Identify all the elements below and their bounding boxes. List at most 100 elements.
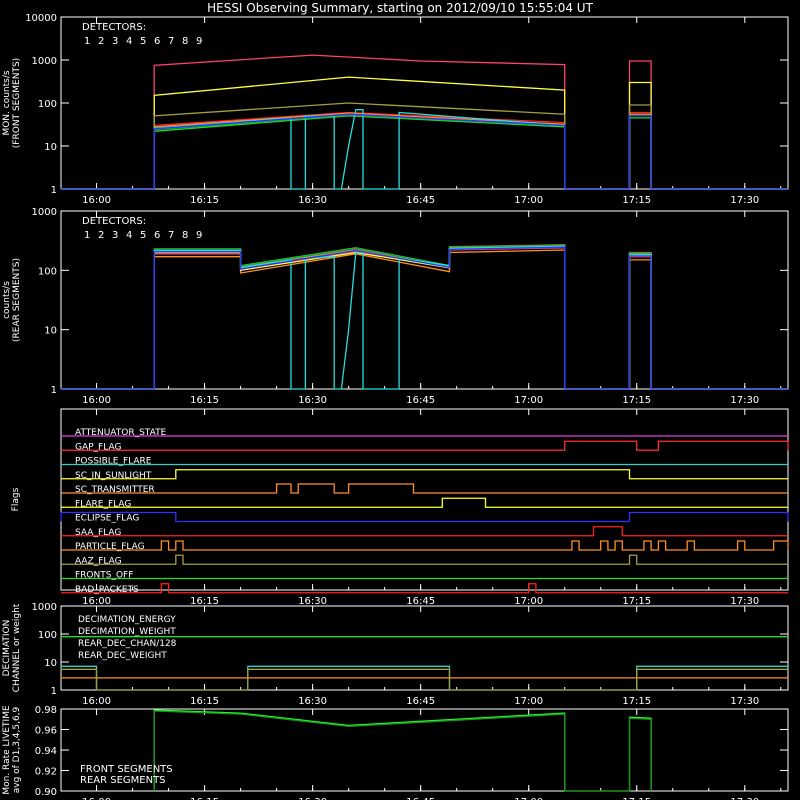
x-tick-label-rear: 16:15 (190, 395, 219, 406)
legend-item-rear: 8 (182, 230, 188, 241)
legend-item-rear: 6 (154, 230, 160, 241)
y-tick-label-decimation: 100 (38, 630, 57, 641)
legend-item-rear: 4 (126, 230, 132, 241)
x-tick-label-rear: 17:00 (514, 395, 543, 406)
x-tick-label-rear: 17:30 (730, 395, 759, 406)
x-tick-label-flags: 17:00 (514, 596, 543, 607)
livetime-legend-item: REAR SEGMENTS (80, 775, 166, 786)
series-line-rear-1 (60, 247, 788, 390)
x-tick-label-flags: 16:45 (406, 596, 435, 607)
decimation-legend-item: DECIMATION_ENERGY (78, 615, 176, 625)
y-axis-label-rear: (REAR SEGMENTS) (12, 258, 22, 342)
x-tick-label-decimation: 17:00 (514, 696, 543, 707)
chart-title: HESSI Observing Summary, starting on 201… (207, 1, 593, 15)
x-tick-label-decimation: 16:15 (190, 696, 219, 707)
y-tick-label-decimation: 1 (51, 686, 57, 697)
x-tick-label-decimation: 16:30 (298, 696, 327, 707)
flag-line (61, 483, 788, 494)
y-tick-label-rear: 100 (38, 266, 57, 277)
decimation-legend-item: REAR_DEC_WEIGHT (78, 651, 167, 661)
y-axis-label-livetime: Mon. Rate LIVETIME (2, 705, 12, 795)
legend-item-rear: 7 (168, 230, 174, 241)
flag-line (60, 511, 789, 523)
legend-item-rear: 5 (140, 230, 146, 241)
y-tick-label-decimation: 10 (44, 658, 57, 669)
x-tick-label-front: 16:00 (82, 195, 111, 206)
series-line-rear-4 (60, 246, 788, 390)
legend-title-front: DETECTORS: (82, 22, 146, 33)
livetime-legend-item: FRONT SEGMENTS (80, 764, 173, 775)
y-tick-label-front: 1000 (32, 56, 57, 67)
flag-line (61, 554, 788, 565)
legend-item-front: 7 (168, 36, 174, 47)
x-tick-label-rear: 16:00 (82, 395, 111, 406)
y-axis-label-front: (FRONT SEGMENTS) (12, 58, 22, 148)
series-line-front-8 (60, 109, 788, 190)
series-line-front-4 (60, 76, 788, 190)
x-tick-label-flags: 16:15 (190, 596, 219, 607)
legend-item-front: 2 (98, 36, 104, 47)
series-line-rear-8 (60, 245, 788, 390)
y-tick-label-livetime: 0.92 (35, 767, 57, 778)
x-tick-label-front: 16:15 (190, 195, 219, 206)
legend-item-front: 1 (84, 36, 90, 47)
x-tick-label-flags: 17:30 (730, 596, 759, 607)
y-tick-label-rear: 10 (44, 326, 57, 337)
legend-item-front: 3 (112, 36, 118, 47)
x-tick-label-decimation: 17:30 (730, 696, 759, 707)
flag-line (61, 497, 788, 508)
series-line-livetime-rear-segments (153, 710, 652, 792)
flag-label: ECLIPSE_FLAG (75, 514, 139, 524)
x-tick-label-rear: 16:30 (298, 395, 327, 406)
x-tick-label-flags: 16:00 (82, 596, 111, 607)
x-tick-label-rear: 17:15 (622, 395, 651, 406)
flag-line (61, 440, 789, 451)
x-tick-label-decimation: 16:00 (82, 696, 111, 707)
x-tick-label-decimation: 16:45 (406, 696, 435, 707)
y-tick-label-front: 10 (44, 142, 57, 153)
y-axis-label-livetime: avg of D1,3,4,5,6,9 (12, 706, 22, 793)
flag-line (61, 583, 788, 594)
x-tick-label-front: 16:45 (406, 195, 435, 206)
legend-item-front: 8 (182, 36, 188, 47)
y-axis-label-flags: Flags (11, 487, 21, 511)
legend-item-rear: 9 (196, 230, 202, 241)
y-tick-label-livetime: 0.96 (35, 726, 57, 737)
series-line-livetime-front-segments (153, 709, 652, 792)
y-tick-label-front: 1 (51, 185, 57, 196)
x-tick-label-flags: 17:15 (622, 596, 651, 607)
flag-line (61, 526, 788, 537)
y-axis-label-decimation: CHANNEL or weight (12, 603, 22, 692)
legend-title-rear: DETECTORS: (82, 216, 146, 227)
y-tick-label-livetime: 0.90 (35, 787, 57, 798)
legend-item-front: 9 (196, 36, 202, 47)
y-axis-label-front: MON. counts/s (2, 70, 12, 135)
y-tick-label-livetime: 0.98 (35, 705, 57, 716)
chart-svg: HESSI Observing Summary, starting on 201… (2, 1, 789, 800)
series-line-front-1 (60, 54, 788, 190)
legend-item-front: 4 (126, 36, 132, 47)
y-tick-label-livetime: 0.94 (35, 746, 57, 757)
y-tick-label-decimation: 1000 (32, 602, 57, 613)
x-tick-label-front: 17:15 (622, 195, 651, 206)
legend-item-front: 5 (140, 36, 146, 47)
x-tick-label-front: 17:30 (730, 195, 759, 206)
legend-item-rear: 2 (98, 230, 104, 241)
y-tick-label-rear: 1000 (32, 207, 57, 218)
y-axis-label-rear: counts/s (2, 281, 12, 319)
decimation-legend-item: REAR_DEC_CHAN/128 (78, 639, 177, 649)
legend-item-rear: 1 (84, 230, 90, 241)
flag-line (61, 540, 789, 551)
x-tick-label-flags: 16:30 (298, 596, 327, 607)
y-tick-label-front: 100 (38, 99, 57, 110)
series-line-rear-9 (60, 246, 788, 390)
x-tick-label-decimation: 17:15 (622, 696, 651, 707)
x-tick-label-front: 17:00 (514, 195, 543, 206)
flag-line (61, 469, 788, 480)
legend-item-rear: 3 (112, 230, 118, 241)
hessi-summary-figure: HESSI Observing Summary, starting on 201… (0, 0, 800, 800)
decimation-legend-item: DECIMATION_WEIGHT (78, 627, 176, 637)
y-tick-label-front: 10000 (25, 13, 57, 24)
y-axis-label-decimation: DECIMATION (2, 620, 12, 677)
series-line-front-2 (60, 111, 788, 190)
